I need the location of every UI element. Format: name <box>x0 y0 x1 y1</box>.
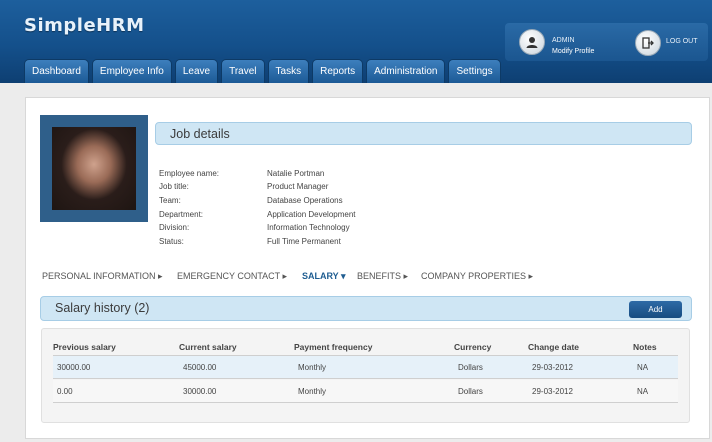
subnav-label: SALARY <box>302 271 339 281</box>
job-details-title: Job details <box>170 127 230 141</box>
field-label: Status: <box>159 237 184 246</box>
subnav-label: COMPANY PROPERTIES <box>421 271 527 281</box>
field-value: Product Manager <box>267 182 329 191</box>
field-label: Department: <box>159 210 204 219</box>
table-cell: 30000.00 <box>183 387 217 396</box>
tab-leave[interactable]: Leave <box>174 59 219 83</box>
field-value: Database Operations <box>267 196 343 205</box>
chevron-right-icon: ▸ <box>158 271 163 281</box>
tab-reports[interactable]: Reports <box>312 59 364 83</box>
table-row[interactable] <box>53 356 678 379</box>
field-label: Employee name: <box>159 169 220 178</box>
field-label: Team: <box>159 196 181 205</box>
column-header: Previous salary <box>53 342 116 352</box>
user-name: ADMIN <box>552 37 575 44</box>
column-header: Notes <box>633 342 657 352</box>
logout-icon[interactable] <box>635 30 661 56</box>
tab-employee-info[interactable]: Employee Info <box>91 59 172 83</box>
table-cell: Monthly <box>298 363 327 372</box>
table-cell: Dollars <box>458 363 483 372</box>
table-cell: NA <box>637 363 649 372</box>
chevron-right-icon: ▸ <box>528 271 534 281</box>
table-cell: 29-03-2012 <box>532 387 573 396</box>
field-label: Division: <box>159 223 190 232</box>
salary-history-header: Salary history (2) <box>40 296 692 321</box>
job-details-header: Job details <box>155 122 692 145</box>
chevron-right-icon: ▸ <box>282 271 288 281</box>
salary-history-title: Salary history (2) <box>55 301 150 315</box>
app-header: SimpleHRM ADMIN Modify Profile LOG OUT D… <box>0 0 712 83</box>
app-logo: SimpleHRM <box>24 15 145 36</box>
table-cell: 29-03-2012 <box>532 363 573 372</box>
employee-photo <box>52 127 136 210</box>
main-nav: Dashboard Employee Info Leave Travel Tas… <box>24 59 504 83</box>
field-value: Full Time Permanent <box>267 237 341 246</box>
add-salary-button[interactable]: Add <box>629 301 682 318</box>
field-value: Information Technology <box>267 223 350 232</box>
tab-travel[interactable]: Travel <box>221 59 265 83</box>
tab-administration[interactable]: Administration <box>366 59 446 83</box>
user-icon[interactable] <box>519 29 545 55</box>
table-cell: NA <box>637 387 649 396</box>
field-label: Job title: <box>159 182 189 191</box>
subnav-label: BENEFITS <box>357 271 402 281</box>
table-cell: 0.00 <box>57 387 73 396</box>
subnav-salary[interactable]: SALARY ▾ <box>302 271 346 282</box>
column-header: Change date <box>528 342 580 352</box>
subnav-company-properties[interactable]: COMPANY PROPERTIES ▸ <box>421 271 533 282</box>
chevron-down-icon: ▾ <box>341 271 346 281</box>
employee-photo-frame <box>40 115 148 222</box>
column-header: Payment frequency <box>294 342 373 352</box>
chevron-right-icon: ▸ <box>403 271 409 281</box>
tab-tasks[interactable]: Tasks <box>267 59 310 83</box>
column-header: Currency <box>454 342 492 352</box>
subnav-label: EMERGENCY CONTACT <box>177 271 281 281</box>
subnav-personal-information[interactable]: PERSONAL INFORMATION ▸ <box>42 271 163 282</box>
table-cell: 45000.00 <box>183 363 217 372</box>
field-value: Natalie Portman <box>267 169 325 178</box>
subnav-emergency-contact[interactable]: EMERGENCY CONTACT ▸ <box>177 271 287 282</box>
modify-profile-link[interactable]: Modify Profile <box>552 48 594 55</box>
table-cell: Dollars <box>458 387 483 396</box>
column-header: Current salary <box>179 342 237 352</box>
subnav-label: PERSONAL INFORMATION <box>42 271 156 281</box>
tab-settings[interactable]: Settings <box>448 59 501 83</box>
subnav-benefits[interactable]: BENEFITS ▸ <box>357 271 408 282</box>
tab-dashboard[interactable]: Dashboard <box>24 59 89 83</box>
logout-link[interactable]: LOG OUT <box>666 38 698 45</box>
table-cell: Monthly <box>298 387 327 396</box>
field-value: Application Development <box>267 210 356 219</box>
table-cell: 30000.00 <box>57 363 91 372</box>
table-row[interactable] <box>53 380 678 403</box>
